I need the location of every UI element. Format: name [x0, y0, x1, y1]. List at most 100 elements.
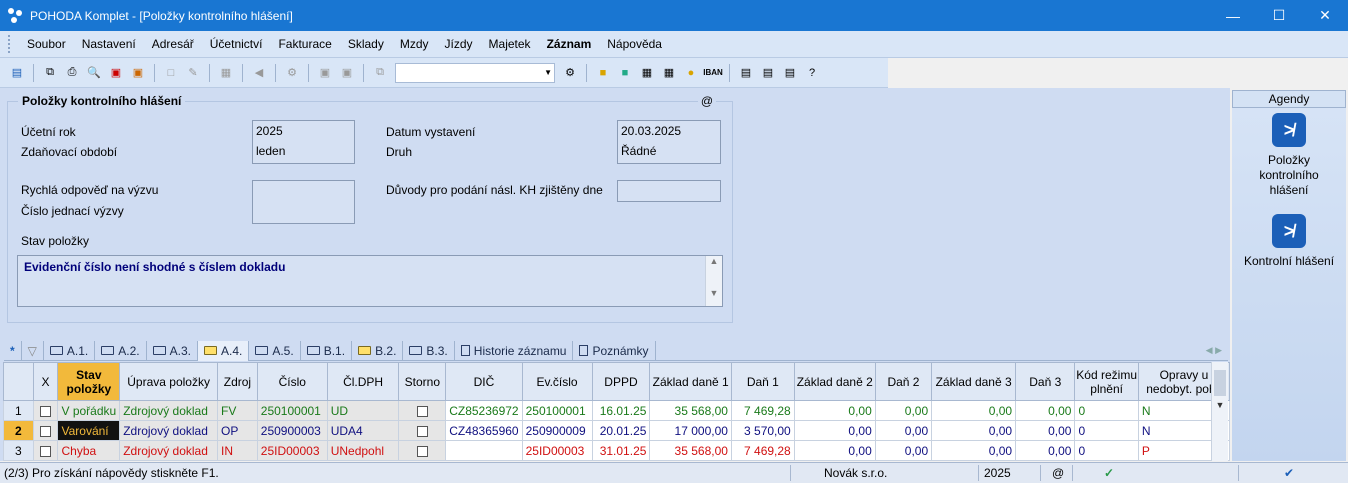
duplicate-icon[interactable]: ⧉ — [371, 64, 389, 82]
help-icon[interactable]: ? — [803, 64, 821, 82]
menu-majetek[interactable]: Majetek — [481, 37, 539, 51]
save-all-icon[interactable]: ▣ — [338, 64, 356, 82]
filter-icon[interactable]: ⚙ — [561, 64, 579, 82]
folder-icon[interactable]: ■ — [594, 64, 612, 82]
tab-a5[interactable]: A.5. — [249, 340, 301, 361]
chevron-down-icon[interactable]: ▼ — [1212, 400, 1228, 410]
copy-icon[interactable]: ⧉ — [41, 64, 59, 82]
stav-polozky-textarea[interactable]: Evidenční číslo není shodné s číslem dok… — [17, 255, 723, 307]
cell-storno[interactable] — [398, 440, 447, 461]
tab-filter[interactable]: ▽ — [22, 340, 44, 361]
duvody-date-field[interactable] — [617, 180, 721, 202]
tab-b2[interactable]: B.2. — [352, 340, 404, 361]
col-header-uprava[interactable]: Úprava položky — [119, 362, 219, 401]
window-split-icon[interactable]: ▤ — [781, 64, 799, 82]
table-row[interactable]: 1 V pořádku Zdrojový doklad FV 250100001… — [3, 400, 1231, 421]
col-header-x[interactable]: X — [32, 362, 59, 401]
export-icon[interactable]: ▣ — [129, 64, 147, 82]
print-preview-icon[interactable]: 🔍 — [85, 64, 103, 82]
pdf-icon[interactable]: ▣ — [107, 64, 125, 82]
back-icon[interactable]: ◀ — [250, 64, 268, 82]
iban-icon[interactable]: IBAN — [703, 64, 723, 82]
coins-icon[interactable]: ● — [682, 64, 700, 82]
col-header-rownum[interactable] — [3, 362, 34, 401]
agenda-switch-icon[interactable]: ▤ — [8, 64, 26, 82]
table-row[interactable]: 2 Varování Zdrojový doklad OP 250900003 … — [3, 420, 1231, 441]
col-header-cldph[interactable]: Čl.DPH — [326, 362, 400, 401]
menu-zaznam[interactable]: Záznam — [539, 37, 600, 51]
agenda-item-label: Kontrolní hlášení — [1243, 254, 1335, 268]
calendar-icon[interactable]: ▦ — [638, 64, 656, 82]
col-header-dan3[interactable]: Daň 3 — [1015, 362, 1076, 401]
menu-soubor[interactable]: Soubor — [19, 37, 74, 51]
col-header-kod[interactable]: Kód režimu plnění — [1074, 362, 1139, 401]
table-icon[interactable]: ▦ — [217, 64, 235, 82]
col-header-stav[interactable]: Stav položky — [57, 362, 121, 401]
tab-a3[interactable]: A.3. — [147, 340, 198, 361]
vyzva-field[interactable] — [252, 180, 355, 224]
document-icon — [460, 345, 470, 356]
agenda-item-polozky-kh[interactable]: ≯ Položky kontrolního hlášení — [1232, 113, 1346, 198]
money-icon[interactable]: ■ — [616, 64, 634, 82]
col-header-storno[interactable]: Storno — [398, 362, 447, 401]
col-header-dan1[interactable]: Daň 1 — [730, 362, 795, 401]
row-checkbox[interactable] — [32, 440, 59, 461]
menu-fakturace[interactable]: Fakturace — [270, 37, 339, 51]
tab-all[interactable]: * — [4, 340, 22, 361]
menu-ucetnictvi[interactable]: Účetnictví — [202, 37, 271, 51]
row-number[interactable]: 2 — [3, 420, 34, 441]
maximize-icon[interactable]: ☐ — [1256, 0, 1302, 31]
check-icon[interactable]: ✓ — [1104, 466, 1114, 480]
tab-b1[interactable]: B.1. — [301, 340, 353, 361]
print-icon[interactable]: ⎙ — [63, 64, 81, 82]
tab-a4[interactable]: A.4. — [197, 340, 250, 361]
col-header-zd2[interactable]: Základ daně 2 — [793, 362, 876, 401]
tab-a2[interactable]: A.2. — [95, 340, 147, 361]
close-icon[interactable]: ✕ — [1302, 0, 1348, 31]
col-header-dan2[interactable]: Daň 2 — [874, 362, 933, 401]
calculator-icon[interactable]: ▦ — [660, 64, 678, 82]
col-header-zdroj[interactable]: Zdroj — [217, 362, 258, 401]
minimize-icon[interactable]: — — [1210, 0, 1256, 31]
save-icon[interactable]: ▣ — [316, 64, 334, 82]
tab-poznamky[interactable]: Poznámky — [573, 340, 656, 361]
table-row[interactable]: 3 Chyba Zdrojový doklad IN 25ID00003 UNe… — [3, 440, 1231, 461]
menu-jizdy[interactable]: Jízdy — [437, 37, 481, 51]
col-header-zd3[interactable]: Základ daně 3 — [931, 362, 1017, 401]
menu-napoveda[interactable]: Nápověda — [599, 37, 670, 51]
col-header-dppd[interactable]: DPPD — [591, 362, 651, 401]
window-icon[interactable]: ▤ — [737, 64, 755, 82]
textarea-scrollbar[interactable]: ▲ ▼ — [705, 256, 722, 306]
row-checkbox[interactable] — [32, 400, 59, 421]
tab-scroll-arrows[interactable]: ◀ ▶ — [1206, 345, 1222, 356]
edit-icon[interactable]: ✎ — [184, 64, 202, 82]
col-header-dic[interactable]: DIČ — [445, 362, 523, 401]
row-number[interactable]: 3 — [3, 440, 34, 461]
filter-combo[interactable]: ▼ — [395, 62, 555, 83]
ok-circle-icon[interactable]: ✔ — [1284, 466, 1294, 480]
menu-nastaveni[interactable]: Nastavení — [74, 37, 144, 51]
at-icon[interactable]: @ — [697, 94, 716, 108]
col-header-cislo[interactable]: Číslo — [256, 362, 328, 401]
new-record-icon[interactable]: □ — [162, 64, 180, 82]
row-number[interactable]: 1 — [3, 400, 34, 421]
menu-sklady[interactable]: Sklady — [340, 37, 392, 51]
col-header-evcislo[interactable]: Ev.číslo — [521, 362, 593, 401]
tab-historie[interactable]: Historie záznamu — [455, 340, 574, 361]
settings-icon[interactable]: ⚙ — [283, 64, 301, 82]
scrollbar-thumb[interactable] — [1214, 370, 1226, 396]
status-year: 2025 — [984, 466, 1011, 480]
menu-mzdy[interactable]: Mzdy — [392, 37, 437, 51]
cell-storno[interactable] — [398, 420, 447, 441]
tab-a1[interactable]: A.1. — [44, 340, 96, 361]
table-scrollbar[interactable]: ▼ — [1211, 362, 1228, 461]
cell-storno[interactable] — [398, 400, 447, 421]
folder-icon — [409, 346, 423, 355]
agenda-item-kontrolni-hlaseni[interactable]: ≯ Kontrolní hlášení — [1232, 214, 1346, 269]
menu-adresar[interactable]: Adresář — [144, 37, 202, 51]
tab-b3[interactable]: B.3. — [403, 340, 455, 361]
col-header-zd1[interactable]: Základ daně 1 — [649, 362, 732, 401]
status-at[interactable]: @ — [1052, 466, 1064, 480]
row-checkbox[interactable] — [32, 420, 59, 441]
window-list-icon[interactable]: ▤ — [759, 64, 777, 82]
